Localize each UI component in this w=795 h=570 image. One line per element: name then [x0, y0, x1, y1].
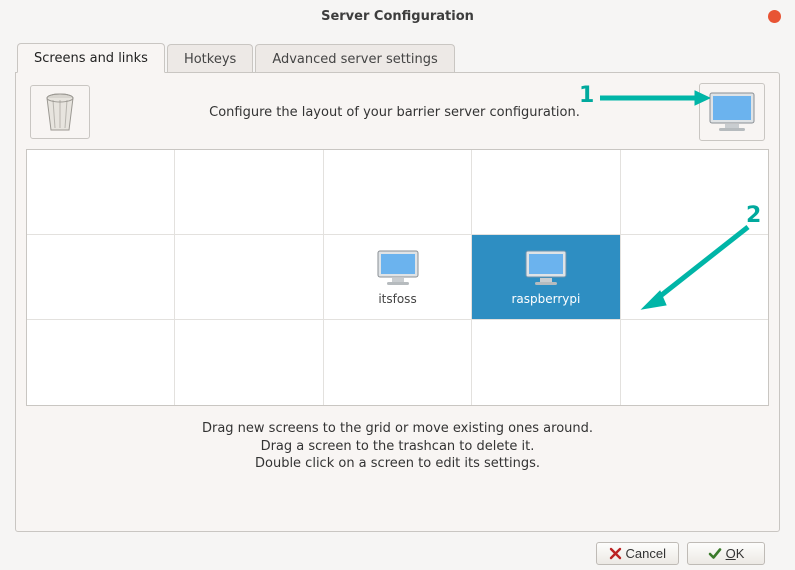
hint-block: Drag new screens to the grid or move exi…: [26, 406, 769, 477]
window-title: Server Configuration: [321, 9, 474, 24]
monitor-icon: [523, 248, 569, 288]
hint-line: Double click on a screen to edit its set…: [26, 455, 769, 473]
screen-label: raspberrypi: [511, 292, 580, 306]
annotation-number-1: 1: [579, 83, 594, 108]
grid-cell[interactable]: [472, 150, 620, 235]
button-label: OK: [726, 546, 745, 561]
grid-cell[interactable]: [27, 150, 175, 235]
grid-cell[interactable]: [324, 150, 472, 235]
ok-icon: [708, 547, 722, 560]
grid-cell[interactable]: [175, 320, 323, 405]
tab-advanced-server-settings[interactable]: Advanced server settings: [255, 44, 454, 73]
annotation-arrow-icon: [600, 89, 710, 107]
trashcan-dropzone[interactable]: [30, 85, 90, 139]
grid-cell[interactable]: [27, 235, 175, 320]
grid-cell-raspberrypi[interactable]: raspberrypi: [472, 235, 620, 320]
screens-panel: Configure the layout of your barrier ser…: [15, 72, 780, 532]
grid-cell[interactable]: [175, 150, 323, 235]
hint-line: Drag new screens to the grid or move exi…: [26, 420, 769, 438]
annotation-arrow-icon: [636, 223, 756, 313]
instruction-text: Configure the layout of your barrier ser…: [209, 105, 580, 120]
hint-line: Drag a screen to the trashcan to delete …: [26, 438, 769, 456]
cancel-button[interactable]: Cancel: [596, 542, 679, 565]
monitor-icon: [375, 248, 421, 288]
monitor-icon: [707, 90, 757, 134]
tab-label: Advanced server settings: [272, 52, 437, 67]
close-icon[interactable]: [768, 10, 781, 23]
titlebar: Server Configuration: [0, 0, 795, 32]
tab-label: Screens and links: [34, 51, 148, 66]
grid-cell[interactable]: [472, 320, 620, 405]
cancel-icon: [609, 547, 622, 560]
button-label: Cancel: [626, 546, 666, 561]
tab-screens-and-links[interactable]: Screens and links: [17, 43, 165, 73]
dialog-button-row: Cancel OK: [15, 532, 780, 565]
tab-label: Hotkeys: [184, 52, 236, 67]
tab-bar: Screens and links Hotkeys Advanced serve…: [15, 42, 780, 72]
grid-cell-itsfoss[interactable]: itsfoss: [324, 235, 472, 320]
grid-cell[interactable]: [324, 320, 472, 405]
grid-cell[interactable]: [175, 235, 323, 320]
ok-button[interactable]: OK: [687, 542, 765, 565]
tab-hotkeys[interactable]: Hotkeys: [167, 44, 253, 73]
grid-cell[interactable]: [27, 320, 175, 405]
trash-icon: [43, 92, 77, 132]
grid-cell[interactable]: [621, 320, 768, 405]
screen-label: itsfoss: [378, 292, 416, 306]
